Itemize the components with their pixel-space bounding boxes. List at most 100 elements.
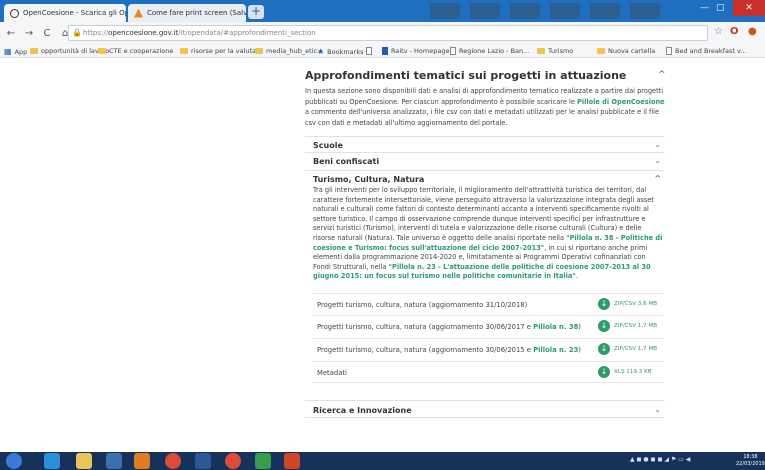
file-explorer-icon[interactable] (76, 453, 92, 469)
chrome-icon[interactable] (165, 453, 181, 469)
tab-title: OpenCoesione - Scarica gli Ope (23, 9, 126, 17)
extension-icon[interactable]: O (730, 26, 739, 37)
page-icon (366, 47, 372, 55)
bookmark-label: risorse per la valuta... (191, 47, 263, 55)
reload-icon[interactable]: C (38, 28, 56, 39)
download-link[interactable]: ↓ ZIP/CSV 1,7 MB (598, 320, 657, 332)
lock-icon: 🔒 (72, 28, 82, 37)
star-icon: ★ (317, 47, 325, 56)
download-link[interactable]: ↓ XLS 119,3 KB (598, 366, 652, 378)
pillola-link[interactable]: Pillola n. 23 (533, 346, 578, 354)
new-tab-button[interactable]: + (248, 5, 264, 19)
download-link[interactable]: ↓ ZIP/CSV 1,7 MB (598, 343, 657, 355)
tab-print-screen[interactable]: Come fare print screen (Salvatore ✕ (128, 4, 246, 22)
outlook-icon[interactable] (134, 453, 150, 469)
download-icon: ↓ (598, 366, 610, 378)
bookmark-page[interactable] (366, 47, 375, 55)
accordion-label: Turismo, Cultura, Natura (313, 175, 425, 184)
minimize-icon[interactable]: — (700, 3, 709, 13)
bookmark-folder[interactable]: media_hub_etic... (255, 47, 323, 55)
back-icon[interactable]: ← (2, 28, 20, 39)
folder-icon (30, 48, 38, 54)
accordion-label: Beni confiscati (313, 157, 380, 166)
accordion-label: Ricerca e Innovazione (313, 406, 412, 415)
download-link[interactable]: ↓ ZIP/CSV 3,6 MB (598, 298, 657, 310)
accordion-ricerca-innovazione[interactable]: Ricerca e Innovazione ⌄ (305, 400, 665, 418)
pillole-link[interactable]: Pillole di OpenCoesione (577, 98, 665, 106)
page-icon (382, 47, 388, 55)
bookmark-label: Turismo (548, 47, 574, 55)
system-tray-icons[interactable]: ▲ ◼ ● ◼ ◼ ◢ ⚑ ▭ ◀ (630, 456, 690, 463)
section-intro: In questa sezione sono disponibili dati … (305, 86, 670, 128)
background-decoration (510, 3, 540, 19)
download-row: Progetti turismo, cultura, natura (aggio… (313, 338, 663, 360)
start-button-icon[interactable] (6, 453, 22, 469)
bookmark-folder[interactable]: risorse per la valuta... (180, 47, 262, 55)
bookmark-label: Bookmarks (327, 47, 364, 56)
chevron-down-icon: ⌄ (654, 405, 661, 414)
opencoesione-favicon (10, 8, 19, 18)
bookmark-label: Regione Lazio - Ban... (459, 47, 530, 55)
bookmark-folder[interactable]: CTE e cooperazione (98, 47, 173, 55)
section-title: Approfondimenti tematici sui progetti in… (305, 69, 627, 82)
bookmark-label: CTE e cooperazione (109, 47, 174, 55)
excel-icon[interactable] (255, 453, 271, 469)
folder-icon (180, 48, 188, 54)
bookmark-folder[interactable]: Turismo (537, 47, 573, 55)
bookmark-label: media_hub_etic... (266, 47, 324, 55)
background-decoration (470, 3, 500, 19)
internet-explorer-icon[interactable] (44, 453, 60, 469)
file-size: ZIP/CSV 3,6 MB (614, 301, 658, 307)
bookmark-label: App (14, 47, 28, 56)
bookmark-label: Nuova cartella (608, 47, 656, 55)
pillola-link[interactable]: Pillola n. 38 (533, 323, 578, 331)
background-decoration (630, 3, 660, 19)
chevron-up-icon[interactable]: ^ (658, 70, 666, 80)
download-icon: ↓ (598, 343, 610, 355)
browser-tab-strip: OpenCoesione - Scarica gli Ope ✕ Come fa… (0, 0, 765, 22)
media-player-icon[interactable] (106, 453, 122, 469)
turismo-text: . (575, 272, 578, 281)
chevron-up-icon: ^ (654, 174, 661, 183)
bookmark-label: Raitv - Homepage (391, 47, 450, 55)
download-row: Progetti turismo, cultura, natura (aggio… (313, 315, 663, 337)
word-icon[interactable] (195, 453, 211, 469)
taskbar-clock[interactable]: 18:38 22/03/2019 (736, 454, 765, 468)
bookmark-star-icon[interactable]: ☆ (714, 26, 723, 37)
file-size: ZIP/CSV 1,7 MB (614, 323, 658, 329)
bookmark-raitv[interactable]: Raitv - Homepage (382, 47, 449, 55)
clock-time: 18:38 (743, 454, 758, 460)
file-size: XLS 119,3 KB (614, 369, 652, 375)
background-decoration (550, 3, 580, 19)
download-label-suffix: ) (578, 323, 581, 331)
accordion-scuole[interactable]: Scuole ⌄ (305, 136, 665, 153)
background-decoration (590, 3, 620, 19)
accordion-label: Scuole (313, 141, 343, 150)
download-label-text: Progetti turismo, cultura, natura (aggio… (317, 323, 534, 331)
folder-icon (98, 48, 106, 54)
window-close-button[interactable]: ✕ (733, 0, 765, 16)
bookmark-label: Bed and Breakfast v... (675, 47, 747, 55)
bookmarks-bar: ▦ App opportunità di lavoro CTE e coopera… (0, 44, 765, 58)
accordion-beni-confiscati[interactable]: Beni confiscati ⌄ (305, 153, 665, 171)
address-bar[interactable]: 🔒 https://opencoesione.gov.it/it/opendat… (68, 25, 708, 41)
chrome-icon[interactable] (225, 453, 241, 469)
download-row: Metadati ↓ XLS 119,3 KB (313, 361, 663, 383)
page-icon (666, 47, 672, 55)
profile-icon[interactable]: ● (748, 26, 757, 37)
bookmark-page[interactable]: Bed and Breakfast v... (666, 47, 747, 55)
navigation-bar: ← → C ⌂ 🔒 https://opencoesione.gov.it/it… (0, 22, 765, 44)
forward-icon[interactable]: → (20, 28, 38, 39)
bookmark-folder[interactable]: Nuova cartella (597, 47, 655, 55)
bookmark-apps[interactable]: ▦ App (4, 47, 27, 56)
accordion-turismo-cultura-natura[interactable]: Turismo, Cultura, Natura ^ (305, 171, 665, 187)
windows-taskbar: ▲ ◼ ● ◼ ◼ ◢ ⚑ ▭ ◀ 18:38 22/03/2019 (0, 452, 765, 470)
download-icon: ↓ (598, 298, 610, 310)
download-row: Progetti turismo, cultura, natura (aggio… (313, 293, 663, 315)
powerpoint-icon[interactable] (284, 453, 300, 469)
bookmark-page[interactable]: Regione Lazio - Ban... (450, 47, 529, 55)
maximize-icon[interactable]: ▢ (716, 3, 725, 13)
tab-opencoesione[interactable]: OpenCoesione - Scarica gli Ope ✕ (4, 4, 126, 22)
url-path: /it/opendata/#approfondimenti_section (178, 29, 316, 37)
bookmark-bookmarks[interactable]: ★ Bookmarks (317, 47, 364, 56)
